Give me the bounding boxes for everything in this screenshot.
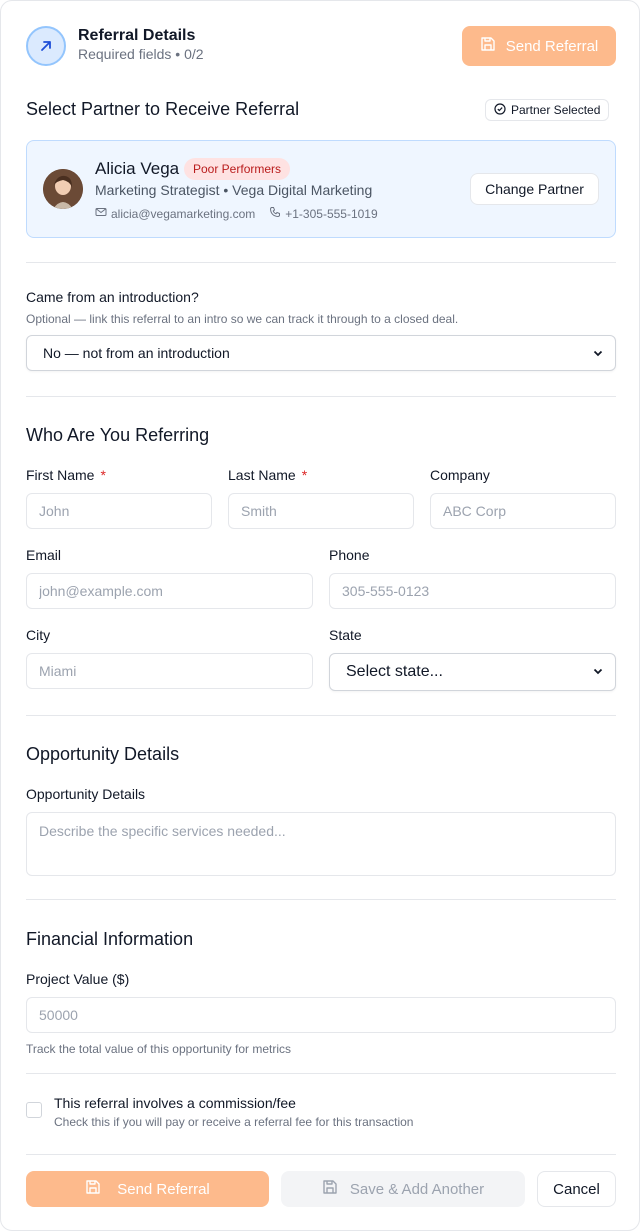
- chevron-down-icon: [593, 345, 603, 361]
- check-circle-icon: [494, 102, 506, 118]
- save-and-add-another-label: Save & Add Another: [349, 1180, 485, 1198]
- change-partner-button[interactable]: Change Partner: [470, 173, 599, 205]
- introduction-select[interactable]: No — not from an introduction: [26, 335, 616, 371]
- partner-role: Marketing Strategist • Vega Digital Mark…: [95, 182, 373, 198]
- email-input[interactable]: [26, 573, 313, 609]
- partner-phone: +1-305-555-1019: [285, 206, 378, 221]
- last-name-label: Last Name *: [228, 467, 307, 483]
- send-referral-button-top[interactable]: Send Referral: [462, 26, 616, 66]
- commission-checkbox[interactable]: [26, 1102, 42, 1118]
- first-name-label: First Name *: [26, 467, 106, 483]
- divider: [26, 899, 616, 900]
- form-title: Referral Details: [78, 27, 196, 44]
- state-selected-value: Select state...: [346, 663, 443, 680]
- required-asterisk: *: [100, 467, 106, 483]
- send-referral-button[interactable]: Send Referral: [26, 1171, 269, 1207]
- partner-performance-tag: Poor Performers: [184, 158, 291, 180]
- company-input[interactable]: [430, 493, 616, 529]
- partner-selected-badge: Partner Selected: [485, 99, 610, 121]
- mail-icon: [95, 206, 107, 221]
- partner-contact: alicia@vegamarketing.com +1-305-555-1019: [95, 206, 378, 221]
- referring-section-title: Who Are You Referring: [26, 425, 210, 445]
- send-referral-label: Send Referral: [505, 37, 599, 55]
- save-and-add-another-button[interactable]: Save & Add Another: [281, 1171, 525, 1207]
- save-icon: [85, 1179, 101, 1199]
- project-value-label: Project Value ($): [26, 971, 130, 987]
- chevron-down-icon: [593, 663, 603, 681]
- introduction-label: Came from an introduction?: [26, 289, 199, 305]
- opportunity-label: Opportunity Details: [26, 786, 146, 802]
- referral-form-card: Referral Details Required fields • 0/2 S…: [0, 0, 640, 1231]
- divider: [26, 396, 616, 397]
- save-icon: [480, 36, 496, 56]
- opportunity-section-title: Opportunity Details: [26, 744, 180, 764]
- commission-label: This referral involves a commission/fee: [54, 1095, 296, 1111]
- phone-input[interactable]: [329, 573, 616, 609]
- avatar: [43, 169, 83, 209]
- partner-selected-label: Partner Selected: [511, 103, 601, 117]
- save-icon: [322, 1179, 338, 1199]
- city-label: City: [26, 627, 51, 643]
- project-value-hint: Track the total value of this opportunit…: [26, 1042, 292, 1056]
- last-name-input[interactable]: [228, 493, 414, 529]
- divider: [26, 715, 616, 716]
- introduction-selected-value: No — not from an introduction: [43, 345, 230, 361]
- send-referral-footer-label: Send Referral: [117, 1180, 210, 1198]
- phone-label: Phone: [329, 547, 370, 563]
- required-fields-counter: Required fields • 0/2: [78, 46, 204, 62]
- opportunity-textarea[interactable]: [26, 812, 616, 876]
- phone-icon: [269, 206, 281, 221]
- commission-hint: Check this if you will pay or receive a …: [54, 1115, 414, 1129]
- required-asterisk: *: [301, 467, 308, 483]
- financial-section-title: Financial Information: [26, 929, 194, 949]
- partner-section-title: Select Partner to Receive Referral: [26, 99, 300, 119]
- first-name-input[interactable]: [26, 493, 212, 529]
- cancel-button[interactable]: Cancel: [537, 1171, 616, 1207]
- introduction-hint: Optional — link this referral to an intr…: [26, 312, 459, 326]
- first-name-label-text: First Name: [26, 467, 95, 483]
- company-label: Company: [430, 467, 490, 483]
- divider: [26, 1154, 616, 1155]
- email-label: Email: [26, 547, 62, 563]
- state-select[interactable]: Select state...: [329, 653, 616, 691]
- partner-email: alicia@vegamarketing.com: [111, 206, 256, 221]
- last-name-label-text: Last Name: [228, 467, 296, 483]
- city-input[interactable]: [26, 653, 313, 689]
- partner-name: Alicia Vega: [95, 159, 180, 178]
- state-label: State: [329, 627, 362, 643]
- arrow-up-right-icon: [26, 26, 66, 66]
- divider: [26, 1073, 616, 1074]
- project-value-input[interactable]: [26, 997, 616, 1033]
- divider: [26, 262, 616, 263]
